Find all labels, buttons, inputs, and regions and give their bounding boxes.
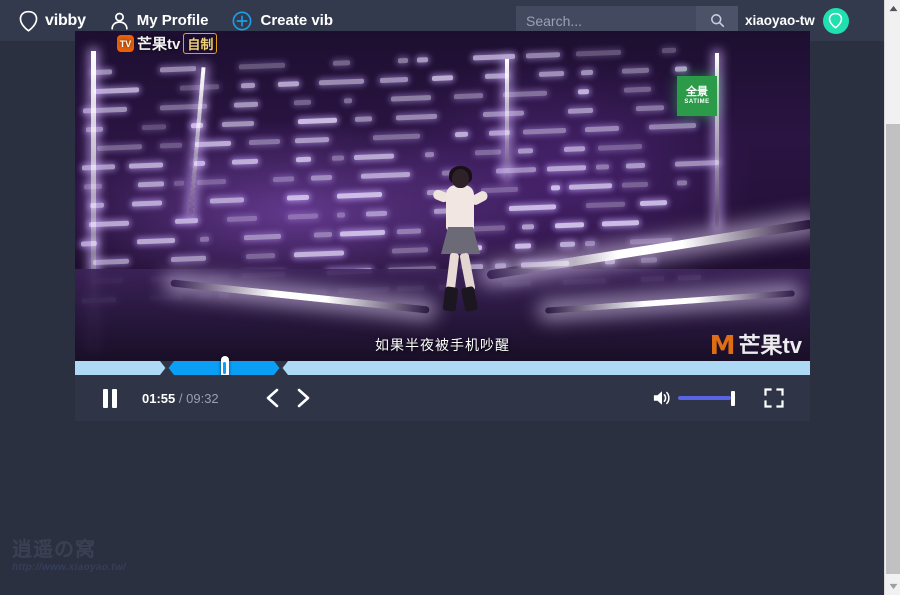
chevron-right-icon [297,388,309,408]
segment-notch-start-bottom [159,366,174,375]
channel-badge: TV [117,35,134,52]
video-surface[interactable]: TV 芒果tv 自制 全景 SATIME M 芒果tv 如果半夜被手机吵醒 [75,31,810,361]
scrollbar-thumb[interactable] [886,124,900,574]
video-subtitle: 如果半夜被手机吵醒 [375,337,510,353]
speaker-on-icon [653,391,670,405]
triangle-up-icon [889,5,897,12]
nav-my-profile-label: My Profile [136,12,209,29]
volume-button[interactable] [652,389,672,407]
performer-figure [430,166,494,319]
previous-button[interactable] [264,388,282,408]
step-controls [264,388,312,408]
stage-sign: 全景 SATIME [677,76,717,116]
light-beam [505,59,509,179]
pause-icon [103,388,108,408]
pick-shield-icon [829,12,843,29]
plus-circle-icon [232,11,252,31]
avatar[interactable] [822,7,849,34]
right-controls [652,388,784,408]
nav-create-vib-label: Create vib [260,12,334,29]
duration: 09:32 [186,390,219,406]
scroll-up-button[interactable] [885,0,900,17]
chevron-left-icon [266,388,278,408]
time-display: 01:55 / 09:32 [142,391,219,406]
pause-button[interactable] [103,388,117,408]
browser-scrollbar[interactable] [884,0,900,595]
player-controls: 01:55 / 09:32 [75,375,810,421]
volume-knob[interactable] [731,391,735,406]
stage-sign-line2: SATIME [684,98,710,105]
page-root: vibby My Profile Create vib Search... xi… [0,0,900,595]
current-time: 01:55 [142,390,176,406]
scroll-down-button[interactable] [885,578,900,595]
video-player: TV 芒果tv 自制 全景 SATIME M 芒果tv 如果半夜被手机吵醒 01… [75,31,810,421]
volume-track [678,396,731,400]
page-content: vibby My Profile Create vib Search... xi… [0,0,884,595]
triangle-down-icon [889,583,897,590]
nav-my-profile[interactable]: My Profile [110,11,209,31]
search-icon [710,14,724,28]
brand-name: vibby [45,11,86,29]
nav-create-vib[interactable]: Create vib [232,11,333,31]
user-name: xiaoyao-tw [745,13,815,28]
progress-bar[interactable] [75,356,810,380]
volume-slider[interactable] [678,391,740,406]
channel-watermark-top: TV 芒果tv 自制 [117,33,218,54]
pick-shield-icon [18,10,39,32]
channel-name: 芒果tv [137,36,181,53]
share-panel: Here's a link to your vib: EMBED ADD TO [0,421,884,595]
segment-notch-end-bottom [273,366,288,375]
stage-sign-line1: 全景 [686,86,708,99]
time-separator: / [178,390,183,406]
fullscreen-button[interactable] [764,388,784,408]
fullscreen-icon [764,388,784,408]
person-icon [110,11,129,31]
next-button[interactable] [294,388,312,408]
brand-logo[interactable]: vibby [18,10,86,32]
channel-tag: 自制 [183,33,218,54]
